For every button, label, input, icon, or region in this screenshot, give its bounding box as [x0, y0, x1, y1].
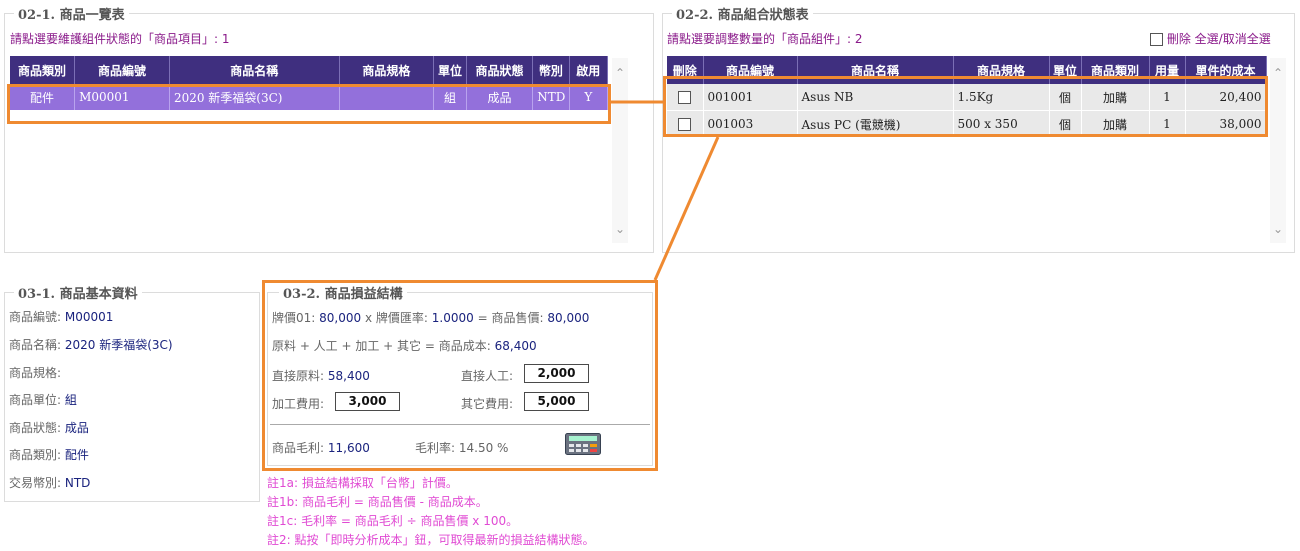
product-list-header: 商品類別 商品編號 商品名稱 商品規格 單位 商品狀態 幣別 啟用: [10, 56, 609, 84]
product-list-scrollbar[interactable]: ⌃ ⌄: [612, 58, 628, 243]
margin-rate: 毛利率: 14.50 %: [415, 441, 509, 455]
combo-rows-highlight: [663, 76, 1268, 137]
select-all-checkbox[interactable]: [1150, 33, 1163, 46]
col-header[interactable]: 商品類別: [10, 56, 76, 84]
info-product-spec: 商品規格:: [9, 366, 62, 380]
col-header[interactable]: 商品狀態: [466, 56, 534, 84]
labor-label: 直接人工:: [461, 369, 514, 383]
raw-material: 直接原料: 58,400: [272, 369, 370, 383]
col-header[interactable]: 單位: [433, 56, 467, 84]
note-1c: 註1c: 毛利率 = 商品毛利 ÷ 商品售價 x 100。: [267, 514, 519, 528]
col-header[interactable]: 幣別: [532, 56, 570, 84]
info-product-category: 商品類別: 配件: [9, 448, 89, 462]
profit-legend: 03-2. 商品損益結構: [279, 283, 407, 302]
labor-input[interactable]: 2,000: [524, 364, 589, 383]
calculator-icon[interactable]: [565, 433, 601, 455]
process-input[interactable]: 3,000: [335, 392, 400, 411]
info-product-code: 商品編號: M00001: [9, 310, 114, 324]
scroll-down-icon[interactable]: ⌄: [612, 222, 628, 236]
divider: [270, 424, 650, 425]
delete-select-all[interactable]: 刪除 全選/取消全選: [1150, 30, 1271, 47]
combo-legend: 02-2. 商品組合狀態表: [672, 4, 813, 23]
note-1b: 註1b: 商品毛利 = 商品售價 - 商品成本。: [267, 495, 488, 509]
gross-profit: 商品毛利: 11,600: [272, 441, 370, 455]
product-list-panel: [4, 13, 654, 253]
info-trade-currency: 交易幣別: NTD: [9, 476, 91, 490]
info-product-name: 商品名稱: 2020 新季福袋(3C): [9, 338, 173, 352]
product-list-legend: 02-1. 商品一覽表: [14, 4, 129, 23]
info-product-unit: 商品單位: 組: [9, 393, 77, 407]
col-header[interactable]: 啟用: [569, 56, 609, 84]
delete-label: 刪除: [1166, 32, 1191, 46]
cost-line: 原料 + 人工 + 加工 + 其它 = 商品成本: 68,400: [272, 339, 537, 353]
basic-info-legend: 03-1. 商品基本資料: [14, 283, 142, 302]
price-line: 牌價01: 80,000 x 牌價匯率: 1.0000 = 商品售價: 80,0…: [272, 311, 590, 325]
other-input[interactable]: 5,000: [524, 392, 589, 411]
selected-row-highlight: [7, 84, 611, 124]
combo-scrollbar[interactable]: ⌃ ⌄: [1270, 58, 1286, 243]
other-label: 其它費用:: [461, 397, 514, 411]
info-product-status: 商品狀態: 成品: [9, 421, 89, 435]
col-header[interactable]: 商品名稱: [169, 56, 340, 84]
col-header[interactable]: 商品規格: [339, 56, 435, 84]
note-1a: 註1a: 損益結構採取「台幣」計價。: [267, 476, 458, 490]
select-all-label[interactable]: 全選/取消全選: [1195, 32, 1271, 46]
process-label: 加工費用:: [272, 397, 325, 411]
scroll-up-icon[interactable]: ⌃: [612, 66, 628, 80]
note-2: 註2: 點按「即時分析成本」鈕，可取得最新的損益結構狀態。: [267, 533, 595, 547]
col-header[interactable]: 商品編號: [74, 56, 170, 84]
product-list-hint: 請點選要維護組件狀態的「商品項目」: 1: [10, 32, 230, 46]
scroll-down-icon[interactable]: ⌄: [1270, 222, 1286, 236]
scroll-up-icon[interactable]: ⌃: [1270, 66, 1286, 80]
combo-hint: 請點選要調整數量的「商品組件」: 2: [667, 32, 863, 46]
